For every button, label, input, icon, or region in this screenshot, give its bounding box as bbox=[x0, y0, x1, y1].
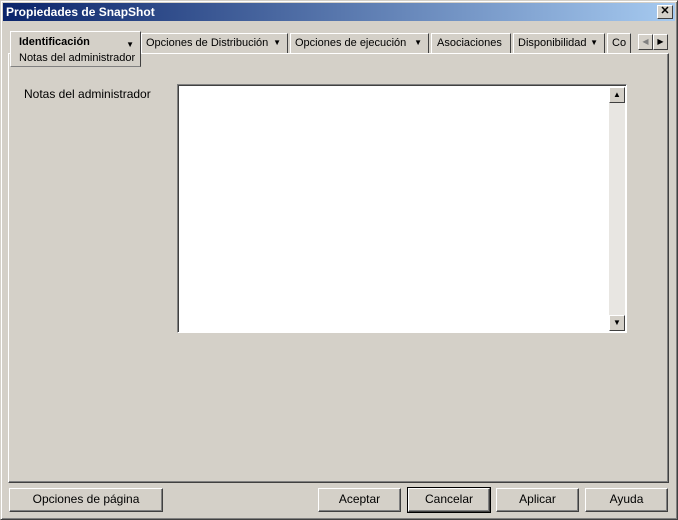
tab-label: Asociaciones bbox=[437, 37, 502, 49]
dropdown-arrow-icon[interactable]: ▼ bbox=[273, 34, 281, 52]
page-options-button[interactable]: Opciones de página bbox=[9, 488, 163, 512]
tab-scroll-left-button[interactable]: ◀ bbox=[638, 34, 653, 50]
tab-opciones-distribucion[interactable]: Opciones de Distribución ▼ bbox=[141, 33, 288, 53]
tab-label: Co bbox=[612, 37, 627, 49]
tab-label: Opciones de Distribución bbox=[146, 37, 269, 49]
tab-disponibilidad[interactable]: Disponibilidad ▼ bbox=[513, 33, 605, 53]
close-button[interactable]: ✕ bbox=[657, 5, 673, 19]
scroll-up-button[interactable]: ▲ bbox=[609, 87, 625, 103]
vertical-scrollbar[interactable]: ▲ ▼ bbox=[609, 87, 625, 331]
notes-textarea[interactable]: ▲ ▼ bbox=[177, 84, 627, 333]
notes-label: Notas del administrador bbox=[24, 87, 151, 101]
tab-scroll-right-button[interactable]: ▶ bbox=[653, 34, 668, 50]
title-bar: Propiedades de SnapShot ✕ bbox=[3, 3, 675, 21]
tab-opciones-ejecucion[interactable]: Opciones de ejecución ▼ bbox=[290, 33, 429, 53]
tab-label: Opciones de ejecución bbox=[295, 37, 407, 49]
dropdown-arrow-icon[interactable]: ▼ bbox=[126, 36, 134, 54]
scroll-down-button[interactable]: ▼ bbox=[609, 315, 625, 331]
tab-label: Disponibilidad bbox=[518, 37, 587, 49]
tab-asociaciones[interactable]: Asociaciones bbox=[431, 33, 511, 53]
help-button[interactable]: Ayuda bbox=[585, 488, 668, 512]
apply-button[interactable]: Aplicar bbox=[496, 488, 579, 512]
dropdown-arrow-icon[interactable]: ▼ bbox=[414, 34, 422, 52]
tab-label: Identificación bbox=[19, 36, 90, 48]
accept-button[interactable]: Aceptar bbox=[318, 488, 401, 512]
dropdown-arrow-icon[interactable]: ▼ bbox=[590, 34, 598, 52]
cancel-button[interactable]: Cancelar bbox=[407, 487, 491, 513]
subtab-notas-administrador[interactable]: Notas del administrador bbox=[19, 52, 140, 64]
tab-identificacion[interactable]: Identificación ▼ Notas del administrador bbox=[10, 31, 141, 67]
window-title: Propiedades de SnapShot bbox=[6, 5, 155, 19]
tab-truncated[interactable]: Co bbox=[607, 33, 631, 53]
